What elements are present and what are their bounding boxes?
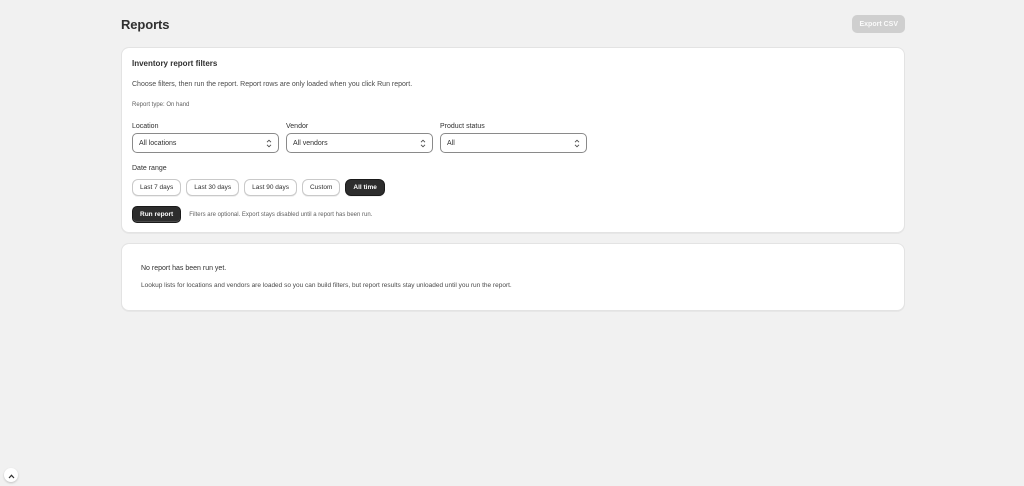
scroll-to-top-button[interactable] xyxy=(4,468,18,482)
chevron-up-down-icon xyxy=(266,139,272,148)
vendor-label: Vendor xyxy=(286,123,309,130)
date-range-label: Date range xyxy=(132,165,167,172)
product-status-select-value: All xyxy=(447,139,455,147)
product-status-label: Product status xyxy=(440,123,485,130)
product-status-field: Product status All xyxy=(440,123,587,153)
filters-description: Choose filters, then run the report. Rep… xyxy=(132,81,413,88)
vendor-select[interactable]: All vendors xyxy=(286,133,433,153)
vendor-select-value: All vendors xyxy=(293,139,328,147)
run-report-row: Run report Filters are optional. Export … xyxy=(132,206,372,223)
date-range-options: Last 7 days Last 30 days Last 90 days Cu… xyxy=(132,179,385,196)
chevron-up-down-icon xyxy=(420,139,426,148)
location-select[interactable]: All locations xyxy=(132,133,279,153)
location-select-value: All locations xyxy=(139,139,177,147)
location-label: Location xyxy=(132,123,159,130)
empty-state-description: Lookup lists for locations and vendors a… xyxy=(141,282,512,289)
page-header: Reports Export CSV xyxy=(121,14,905,34)
results-card: No report has been run yet. Lookup lists… xyxy=(121,243,905,311)
date-range-last-7-days[interactable]: Last 7 days xyxy=(132,179,182,196)
vendor-field: Vendor All vendors xyxy=(286,123,433,153)
date-range-all-time[interactable]: All time xyxy=(345,179,385,196)
report-type-label: Report type: On hand xyxy=(132,102,190,108)
filters-card: Inventory report filters Choose filters,… xyxy=(121,47,905,233)
product-status-select[interactable]: All xyxy=(440,133,587,153)
date-range-last-30-days[interactable]: Last 30 days xyxy=(186,179,240,196)
date-range-custom[interactable]: Custom xyxy=(301,179,341,196)
run-report-button[interactable]: Run report xyxy=(132,206,182,223)
run-report-hint: Filters are optional. Export stays disab… xyxy=(189,211,373,218)
reports-page: Reports Export CSV Inventory report filt… xyxy=(0,0,1024,486)
chevron-up-down-icon xyxy=(574,139,580,148)
empty-state-title: No report has been run yet. xyxy=(141,265,227,272)
export-csv-button[interactable]: Export CSV xyxy=(852,15,905,33)
page-title: Reports xyxy=(121,16,170,32)
date-range-last-90-days[interactable]: Last 90 days xyxy=(244,179,297,196)
filters-card-title: Inventory report filters xyxy=(132,59,218,68)
chevron-up-icon xyxy=(8,466,15,484)
location-field: Location All locations xyxy=(132,123,279,153)
